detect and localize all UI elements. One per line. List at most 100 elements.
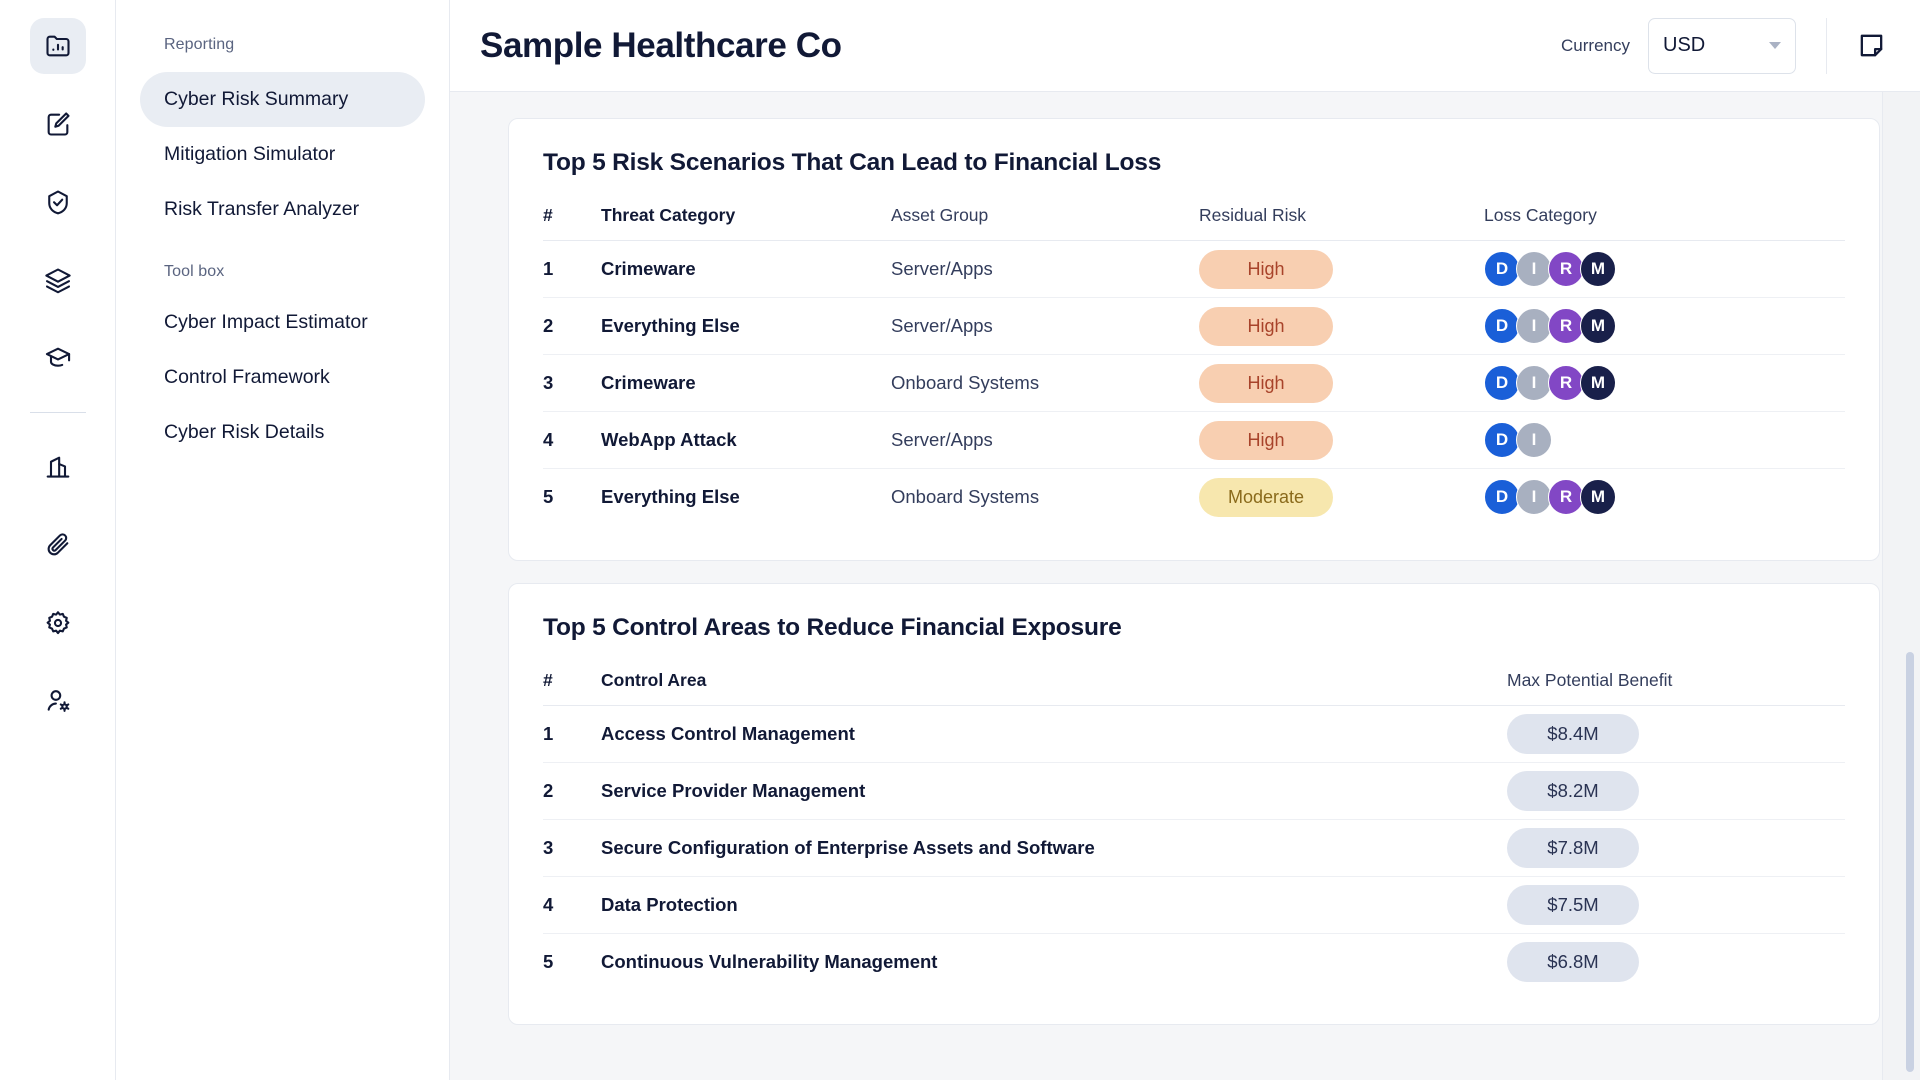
currency-selected-value: USD [1663, 34, 1705, 57]
cell-loss-category: D I R M [1484, 241, 1845, 298]
table-row[interactable]: 4 WebApp Attack Server/Apps High D I [543, 412, 1845, 469]
avatar: I [1516, 479, 1552, 515]
avatar: I [1516, 422, 1552, 458]
rail-item-user-settings[interactable] [30, 673, 86, 729]
cell-max-potential-benefit: $6.8M [1507, 933, 1845, 990]
scrollbar-track[interactable] [1882, 92, 1920, 1080]
sidebar-item-risk-transfer-analyzer[interactable]: Risk Transfer Analyzer [140, 182, 425, 237]
table-header-row: # Control Area Max Potential Benefit [543, 670, 1845, 706]
sidebar-item-cyber-risk-summary[interactable]: Cyber Risk Summary [140, 72, 425, 127]
cell-asset-group: Server/Apps [891, 412, 1199, 469]
cell-loss-category: D I R M [1484, 355, 1845, 412]
cell-number: 4 [543, 412, 601, 469]
rail-item-layers[interactable] [30, 252, 86, 308]
gear-icon [44, 609, 72, 637]
benefit-badge: $7.8M [1507, 828, 1639, 868]
cell-control-area: Service Provider Management [601, 762, 1507, 819]
table-row[interactable]: 3 Crimeware Onboard Systems High D I R [543, 355, 1845, 412]
loss-avatar-group: D I R M [1484, 479, 1845, 515]
column-header-threat-category: Threat Category [601, 205, 891, 241]
rail-item-learning[interactable] [30, 330, 86, 386]
user-settings-icon [44, 687, 72, 715]
sidebar-section-reporting-label: Reporting [140, 32, 425, 58]
avatar: I [1516, 365, 1552, 401]
table-row[interactable]: 5 Continuous Vulnerability Management $6… [543, 933, 1845, 990]
risk-scenarios-title: Top 5 Risk Scenarios That Can Lead to Fi… [543, 149, 1845, 177]
avatar: D [1484, 308, 1520, 344]
avatar: R [1548, 308, 1584, 344]
app-root: Reporting Cyber Risk Summary Mitigation … [0, 0, 1920, 1080]
cell-number: 3 [543, 355, 601, 412]
cell-number: 1 [543, 241, 601, 298]
cell-max-potential-benefit: $7.5M [1507, 876, 1845, 933]
rail-item-organization[interactable] [30, 439, 86, 495]
rail-item-edit-document[interactable] [30, 96, 86, 152]
cell-asset-group: Server/Apps [891, 298, 1199, 355]
sidebar-item-control-framework[interactable]: Control Framework [140, 350, 425, 405]
cell-control-area: Access Control Management [601, 705, 1507, 762]
sidebar-item-cyber-impact-estimator[interactable]: Cyber Impact Estimator [140, 295, 425, 350]
top-bar: Sample Healthcare Co Currency USD [450, 0, 1920, 92]
rail-item-reports[interactable] [30, 18, 86, 74]
chevron-down-icon [1769, 42, 1781, 49]
cell-residual-risk: Moderate [1199, 469, 1484, 526]
icon-rail [0, 0, 115, 1080]
table-row[interactable]: 1 Access Control Management $8.4M [543, 705, 1845, 762]
graduation-cap-icon [44, 344, 72, 372]
cell-threat-category: Crimeware [601, 355, 891, 412]
avatar: R [1548, 251, 1584, 287]
sidebar-item-label: Risk Transfer Analyzer [164, 198, 359, 220]
currency-select[interactable]: USD [1648, 18, 1796, 74]
avatar: M [1580, 479, 1616, 515]
avatar: M [1580, 251, 1616, 287]
note-button[interactable] [1826, 18, 1886, 74]
benefit-badge: $7.5M [1507, 885, 1639, 925]
main-area: Sample Healthcare Co Currency USD [450, 0, 1920, 1080]
sidebar-item-mitigation-simulator[interactable]: Mitigation Simulator [140, 127, 425, 182]
sidebar-item-cyber-risk-details[interactable]: Cyber Risk Details [140, 405, 425, 460]
sidebar-item-label: Cyber Risk Details [164, 421, 324, 443]
cell-loss-category: D I R M [1484, 469, 1845, 526]
cell-control-area: Continuous Vulnerability Management [601, 933, 1507, 990]
table-row[interactable]: 2 Service Provider Management $8.2M [543, 762, 1845, 819]
cell-control-area: Secure Configuration of Enterprise Asset… [601, 819, 1507, 876]
reports-icon [44, 32, 72, 60]
rail-item-attachments[interactable] [30, 517, 86, 573]
table-row[interactable]: 2 Everything Else Server/Apps High D I R [543, 298, 1845, 355]
rail-item-assessments[interactable] [30, 174, 86, 230]
table-row[interactable]: 5 Everything Else Onboard Systems Modera… [543, 469, 1845, 526]
status-badge: High [1199, 364, 1333, 403]
avatar: I [1516, 308, 1552, 344]
control-areas-table: # Control Area Max Potential Benefit 1 A… [543, 670, 1845, 991]
note-page-icon [1857, 31, 1886, 60]
control-areas-body: 1 Access Control Management $8.4M 2 Serv… [543, 705, 1845, 990]
column-header-control-area: Control Area [601, 670, 1507, 706]
sidebar-item-label: Control Framework [164, 366, 330, 388]
cell-number: 3 [543, 819, 601, 876]
building-icon [44, 453, 72, 481]
table-row[interactable]: 1 Crimeware Server/Apps High D I R [543, 241, 1845, 298]
cell-asset-group: Onboard Systems [891, 355, 1199, 412]
column-header-max-potential-benefit: Max Potential Benefit [1507, 670, 1845, 706]
table-row[interactable]: 4 Data Protection $7.5M [543, 876, 1845, 933]
cell-threat-category: Crimeware [601, 241, 891, 298]
cell-control-area: Data Protection [601, 876, 1507, 933]
edit-document-icon [44, 110, 72, 138]
table-row[interactable]: 3 Secure Configuration of Enterprise Ass… [543, 819, 1845, 876]
avatar: R [1548, 479, 1584, 515]
column-header-residual-risk: Residual Risk [1199, 205, 1484, 241]
layers-icon [44, 266, 72, 294]
sidebar-item-label: Cyber Risk Summary [164, 88, 348, 110]
cell-number: 5 [543, 469, 601, 526]
avatar: D [1484, 251, 1520, 287]
scrollbar-thumb[interactable] [1906, 652, 1914, 1072]
benefit-badge: $6.8M [1507, 942, 1639, 982]
scroll-content[interactable]: Top 5 Risk Scenarios That Can Lead to Fi… [450, 92, 1920, 1080]
cell-threat-category: WebApp Attack [601, 412, 891, 469]
column-header-loss-category: Loss Category [1484, 205, 1845, 241]
avatar: R [1548, 365, 1584, 401]
rail-item-settings[interactable] [30, 595, 86, 651]
top-bar-right: Currency USD [1561, 18, 1886, 74]
cell-number: 2 [543, 762, 601, 819]
sidebar-nav: Reporting Cyber Risk Summary Mitigation … [115, 0, 450, 1080]
